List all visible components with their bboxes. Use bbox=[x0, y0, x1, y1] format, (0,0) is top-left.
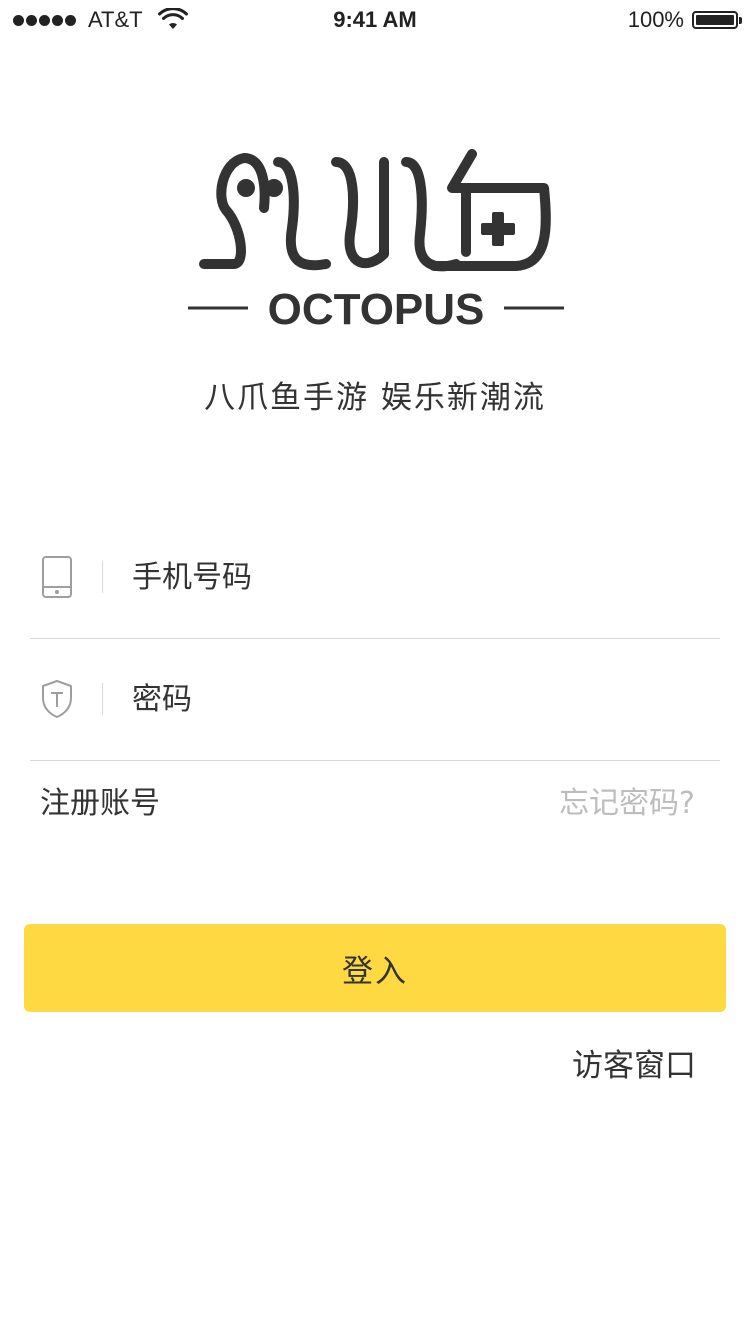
guest-window-link[interactable]: 访客窗口 bbox=[572, 1040, 696, 1085]
field-divider bbox=[102, 683, 103, 715]
tagline: 八爪鱼手游 娱乐新潮流 bbox=[204, 380, 546, 416]
battery-percentage: 100% bbox=[627, 7, 684, 32]
logo-wordmark: OCTOPUS bbox=[268, 285, 485, 334]
password-field bbox=[30, 638, 720, 761]
shield-icon bbox=[42, 680, 72, 718]
register-link[interactable]: 注册账号 bbox=[40, 778, 160, 822]
phone-field bbox=[30, 516, 720, 639]
battery-icon bbox=[692, 11, 742, 29]
phone-input[interactable] bbox=[132, 552, 692, 602]
field-divider bbox=[102, 561, 103, 593]
app-logo: OCTOPUS bbox=[186, 148, 566, 338]
login-button[interactable]: 登入 bbox=[24, 924, 726, 1012]
octopus-logo-icon: OCTOPUS bbox=[188, 149, 564, 334]
status-bar: AT&T 9:41 AM 100% bbox=[0, 0, 750, 40]
password-input[interactable] bbox=[132, 674, 692, 724]
phone-icon bbox=[42, 556, 72, 598]
forgot-password-link[interactable]: 忘记密码? bbox=[559, 778, 695, 822]
